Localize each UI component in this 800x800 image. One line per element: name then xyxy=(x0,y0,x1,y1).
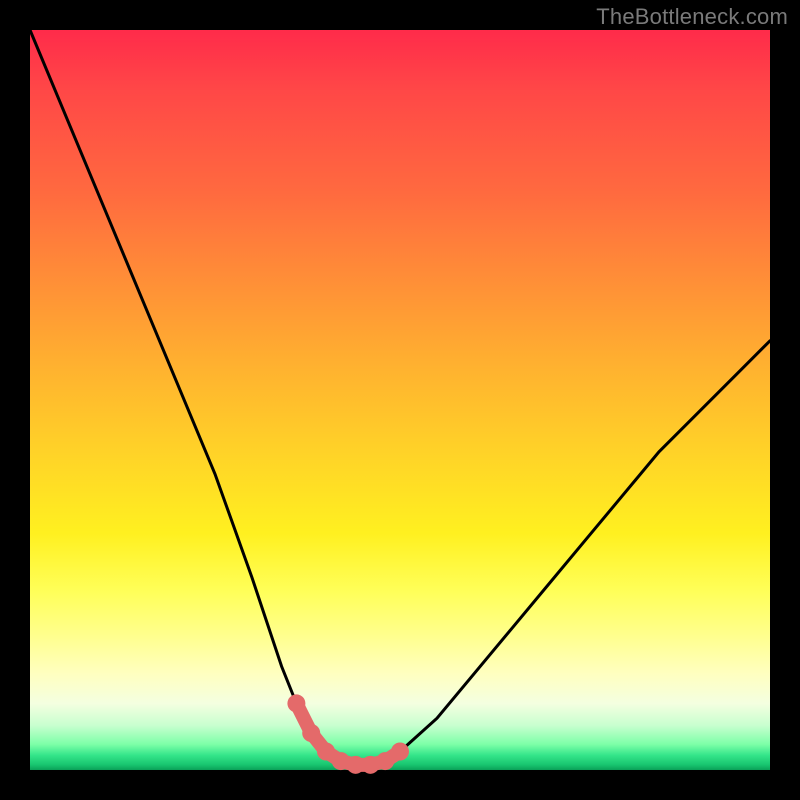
highlight-dots xyxy=(287,694,409,773)
plot-area xyxy=(30,30,770,770)
watermark-text: TheBottleneck.com xyxy=(596,4,788,30)
curve-svg xyxy=(30,30,770,770)
chart-frame: TheBottleneck.com xyxy=(0,0,800,800)
highlight-dot xyxy=(317,743,335,761)
highlight-dot xyxy=(287,694,305,712)
highlight-dot xyxy=(391,743,409,761)
bottleneck-curve-path xyxy=(30,30,770,765)
highlight-dot xyxy=(376,752,394,770)
highlight-dot xyxy=(302,724,320,742)
